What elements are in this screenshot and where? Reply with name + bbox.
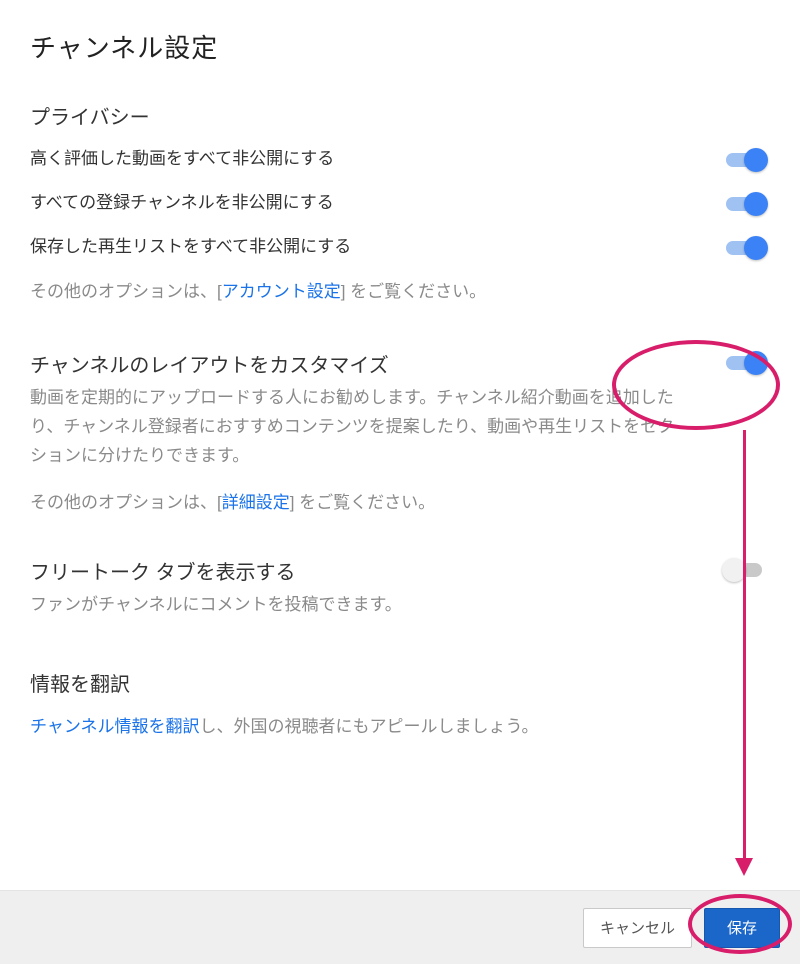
privacy-section: プライバシー 高く評価した動画をすべて非公開にする すべての登録チャンネルを非公… (30, 101, 770, 305)
privacy-hint: その他のオプションは、[アカウント設定] をご覧ください。 (30, 278, 770, 305)
hint-text: ] をご覧ください。 (341, 282, 486, 301)
translate-section: 情報を翻訳 チャンネル情報を翻訳し、外国の視聴者にもアピールしましょう。 (30, 668, 770, 740)
page-title: チャンネル設定 (30, 28, 770, 65)
annotation-arrow-head (735, 858, 753, 876)
translate-channel-info-link[interactable]: チャンネル情報を翻訳 (30, 717, 200, 736)
hint-text: その他のオプションは、[ (30, 493, 222, 512)
cancel-button[interactable]: キャンセル (583, 908, 692, 948)
freetalk-desc: ファンがチャンネルにコメントを投稿できます。 (30, 591, 690, 620)
account-settings-link[interactable]: アカウント設定 (222, 282, 341, 301)
layout-section: チャンネルのレイアウトをカスタマイズ 動画を定期的にアップロードする人にお勧めし… (30, 349, 770, 516)
row-label: 高く評価した動画をすべて非公開にする (30, 146, 726, 172)
translate-rest: し、外国の視聴者にもアピールしましょう。 (200, 717, 539, 736)
freetalk-heading: フリートーク タブを表示する (30, 556, 296, 585)
advanced-settings-link[interactable]: 詳細設定 (222, 493, 290, 512)
privacy-heading: プライバシー (30, 101, 770, 130)
toggle-saved-playlists-private[interactable] (726, 236, 770, 260)
row-label: 保存した再生リストをすべて非公開にする (30, 234, 726, 260)
layout-hint: その他のオプションは、[詳細設定] をご覧ください。 (30, 489, 770, 516)
toggle-customize-layout[interactable] (726, 351, 770, 375)
privacy-row-playlists: 保存した再生リストをすべて非公開にする (30, 234, 770, 260)
row-label: すべての登録チャンネルを非公開にする (30, 190, 726, 216)
privacy-row-subscriptions: すべての登録チャンネルを非公開にする (30, 190, 770, 216)
footer-bar: キャンセル 保存 (0, 890, 800, 964)
freetalk-section: フリートーク タブを表示する ファンがチャンネルにコメントを投稿できます。 (30, 556, 770, 620)
translate-heading: 情報を翻訳 (30, 668, 770, 697)
toggle-liked-videos-private[interactable] (726, 148, 770, 172)
hint-text: その他のオプションは、[ (30, 282, 222, 301)
save-button[interactable]: 保存 (704, 908, 780, 948)
layout-heading: チャンネルのレイアウトをカスタマイズ (30, 349, 389, 378)
toggle-freetalk-tab[interactable] (726, 558, 770, 582)
privacy-row-liked-videos: 高く評価した動画をすべて非公開にする (30, 146, 770, 172)
toggle-subscriptions-private[interactable] (726, 192, 770, 216)
hint-text: ] をご覧ください。 (290, 493, 435, 512)
layout-desc: 動画を定期的にアップロードする人にお勧めします。チャンネル紹介動画を追加したり、… (30, 384, 690, 471)
